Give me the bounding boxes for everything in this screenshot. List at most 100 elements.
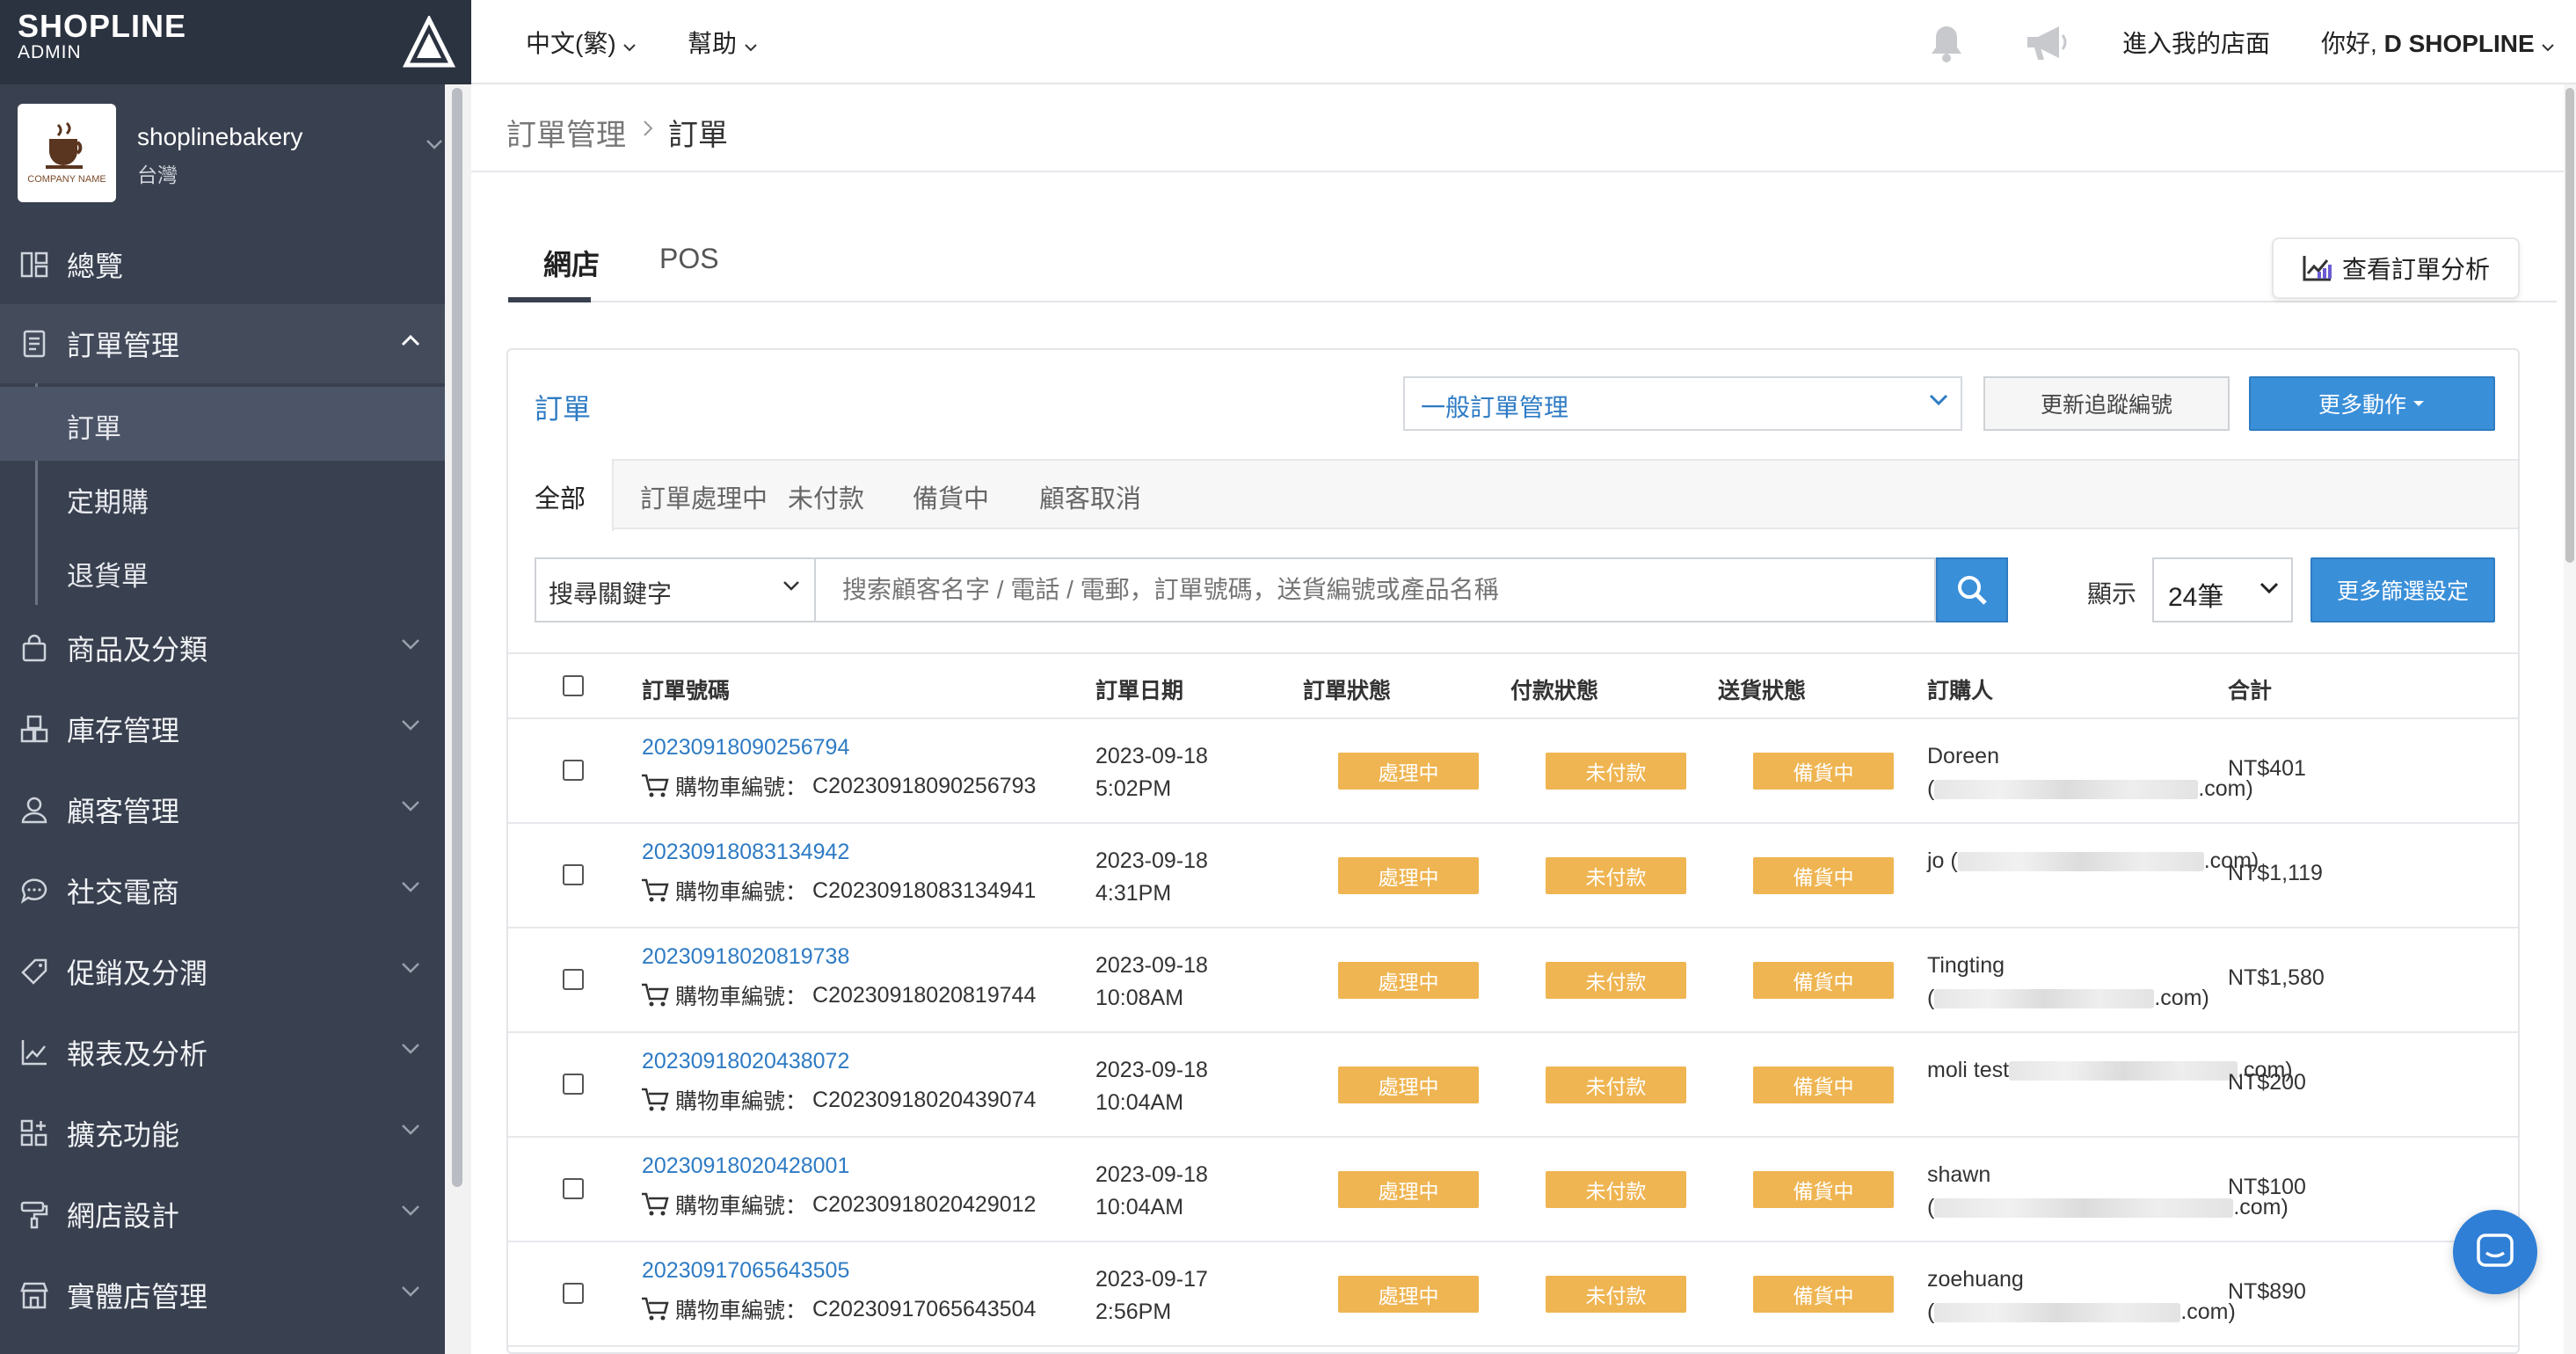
order-date: 2023-09-18 5:02PM	[1095, 740, 1208, 805]
sidebar-subitem-subscriptions[interactable]: 定期購	[0, 461, 445, 535]
col-order-date[interactable]: 訂單日期	[1095, 673, 1183, 705]
tab-online-store[interactable]: 網店	[543, 243, 600, 283]
sidebar-item-products[interactable]: 商品及分類	[0, 608, 445, 688]
sidebar-item-inventory[interactable]: 庫存管理	[0, 689, 445, 768]
order-date-time: 5:02PM	[1095, 776, 1172, 801]
visit-store-link[interactable]: 進入我的店面	[2122, 25, 2270, 60]
row-checkbox[interactable]	[563, 969, 584, 990]
breadcrumb-parent[interactable]: 訂單管理	[506, 111, 626, 154]
bell-icon[interactable]	[1927, 23, 1966, 63]
sidebar-subitem-label: 退貨單	[67, 561, 149, 592]
row-checkbox[interactable]	[563, 760, 584, 781]
sidebar-item-customers[interactable]: 顧客管理	[0, 770, 445, 849]
support-chat-button[interactable]	[2453, 1210, 2537, 1294]
scrollbar-thumb[interactable]	[2565, 88, 2574, 563]
sidebar-item-store-design[interactable]: 網店設計	[0, 1175, 445, 1254]
tab-pos[interactable]: POS	[659, 243, 719, 275]
col-total[interactable]: 合計	[2228, 673, 2272, 705]
order-date: 2023-09-18 10:04AM	[1095, 1159, 1208, 1224]
cart-prefix: 購物車編號：	[675, 985, 808, 1009]
table-row[interactable]: 20230918020819738 購物車編號： C2023091802081974…	[508, 928, 2518, 1033]
row-checkbox[interactable]	[563, 1283, 584, 1304]
table-row[interactable]: 20230917065643505 購物車編號： C2023091706564350…	[508, 1242, 2518, 1347]
sidebar-subitem-returns[interactable]: 退貨單	[0, 535, 445, 608]
order-number-link[interactable]: 20230918020438072	[642, 1049, 849, 1074]
page-size-label: 顯示	[2087, 580, 2137, 608]
account-menu[interactable]: 你好, D SHOPLINE	[2321, 25, 2555, 60]
order-date-day: 2023-09-17	[1095, 1267, 1208, 1292]
status-tab-cancelled[interactable]: 顧客取消	[1039, 478, 1141, 515]
redacted-email	[1934, 1198, 2234, 1219]
dashboard-icon	[20, 251, 48, 278]
more-actions-button[interactable]: 更多動作	[2249, 376, 2495, 431]
order-number-link[interactable]: 20230918083134942	[642, 840, 849, 865]
order-date-day: 2023-09-18	[1095, 1162, 1208, 1187]
help-menu[interactable]: 幫助	[688, 25, 758, 60]
order-date-time: 10:04AM	[1095, 1195, 1184, 1219]
table-row[interactable]: 20230918020438072 購物車編號： C2023091802043907…	[508, 1033, 2518, 1138]
megaphone-icon[interactable]	[2024, 23, 2071, 63]
tab-label: POS	[659, 243, 719, 274]
order-status-badge: 處理中	[1338, 753, 1479, 790]
order-status-badge: 處理中	[1338, 1276, 1479, 1313]
chevron-up-icon	[401, 334, 420, 346]
store-switcher[interactable]: COMPANY NAME shoplinebakery 台灣	[0, 84, 445, 216]
table-row[interactable]: 20230918083134942 購物車編號： C2023091808313494…	[508, 824, 2518, 928]
chevron-down-icon	[2542, 44, 2555, 52]
brand-logo[interactable]: SHOPLINE ADMIN	[18, 11, 186, 63]
scrollbar-thumb[interactable]	[452, 88, 462, 1187]
status-tab-preparing[interactable]: 備貨中	[913, 478, 989, 515]
keyword-type-select[interactable]: 搜尋關鍵字	[535, 557, 816, 622]
sidebar-item-overview[interactable]: 總覽	[0, 225, 445, 304]
order-number-link[interactable]: 20230918020819738	[642, 944, 849, 970]
order-date: 2023-09-17 2:56PM	[1095, 1263, 1208, 1329]
order-number-link[interactable]: 20230918090256794	[642, 735, 849, 761]
row-checkbox[interactable]	[563, 1074, 584, 1095]
buyer-name: zoehuang	[1927, 1263, 2236, 1296]
col-order-no[interactable]: 訂單號碼	[642, 673, 730, 705]
payment-status-badge: 未付款	[1546, 1276, 1686, 1313]
sidebar-subitem-orders[interactable]: 訂單	[0, 387, 445, 461]
order-management-select[interactable]: 一般訂單管理	[1403, 376, 1962, 431]
status-tab-processing[interactable]: 訂單處理中	[640, 478, 768, 515]
search-button[interactable]	[1936, 557, 2008, 622]
sidebar-scrollbar[interactable]	[445, 84, 471, 1354]
update-tracking-button[interactable]: 更新追蹤編號	[1983, 376, 2230, 431]
view-order-analysis-button[interactable]: 查看訂單分析	[2272, 237, 2520, 299]
search-input[interactable]	[816, 557, 1936, 622]
row-checkbox[interactable]	[563, 1178, 584, 1199]
button-label: 更多動作	[2318, 393, 2406, 418]
table-row[interactable]: 20230918090256794 購物車編號： C2023091809025679…	[508, 719, 2518, 824]
redacted-email	[1934, 780, 2199, 800]
cart-number: 購物車編號： C20230918020819744	[640, 979, 1036, 1011]
sidebar-item-label: 報表及分析	[67, 1038, 208, 1070]
cart-prefix: 購物車編號：	[675, 1299, 808, 1323]
sidebar-item-retail-store[interactable]: 實體店管理	[0, 1256, 445, 1335]
search-bar: 搜尋關鍵字 顯示 24筆 更多篩選設定	[508, 529, 2518, 652]
sidebar-item-orders[interactable]: 訂單管理	[0, 304, 445, 383]
language-menu[interactable]: 中文(繁)	[526, 25, 637, 60]
status-tab-all[interactable]: 全部	[535, 478, 586, 515]
table-row[interactable]: 20230918020428001 購物車編號： C2023091802042901…	[508, 1138, 2518, 1242]
store-logo: COMPANY NAME	[18, 104, 116, 202]
row-checkbox[interactable]	[563, 864, 584, 885]
select-all-checkbox[interactable]	[563, 675, 584, 696]
order-number-link[interactable]: 20230918020428001	[642, 1154, 849, 1179]
status-tab-unpaid[interactable]: 未付款	[788, 478, 864, 515]
sidebar-item-apps[interactable]: 擴充功能	[0, 1094, 445, 1173]
store-icon	[20, 1282, 48, 1309]
sidebar-item-promotions[interactable]: 促銷及分潤	[0, 932, 445, 1011]
sidebar-subitem-label: 訂單	[67, 413, 121, 444]
page-size-select[interactable]: 24筆	[2152, 557, 2293, 622]
main-scrollbar[interactable]	[2564, 84, 2576, 1354]
sidebar-item-reports[interactable]: 報表及分析	[0, 1013, 445, 1092]
buyer-info: Tingting (.com)	[1927, 950, 2209, 1015]
more-filters-button[interactable]: 更多篩選設定	[2310, 557, 2495, 622]
cart-number: 購物車編號： C20230917065643504	[640, 1293, 1036, 1325]
col-order-status: 訂單狀態	[1303, 679, 1392, 703]
sidebar-item-social-commerce[interactable]: 社交電商	[0, 851, 445, 930]
select-value: 搜尋關鍵字	[549, 580, 673, 608]
table-header: 訂單號碼 訂單日期 訂單狀態 付款狀態 送貨狀態 訂購人 合計	[508, 652, 2518, 719]
order-number-link[interactable]: 20230917065643505	[642, 1258, 849, 1284]
redacted-email	[1934, 989, 2155, 1009]
